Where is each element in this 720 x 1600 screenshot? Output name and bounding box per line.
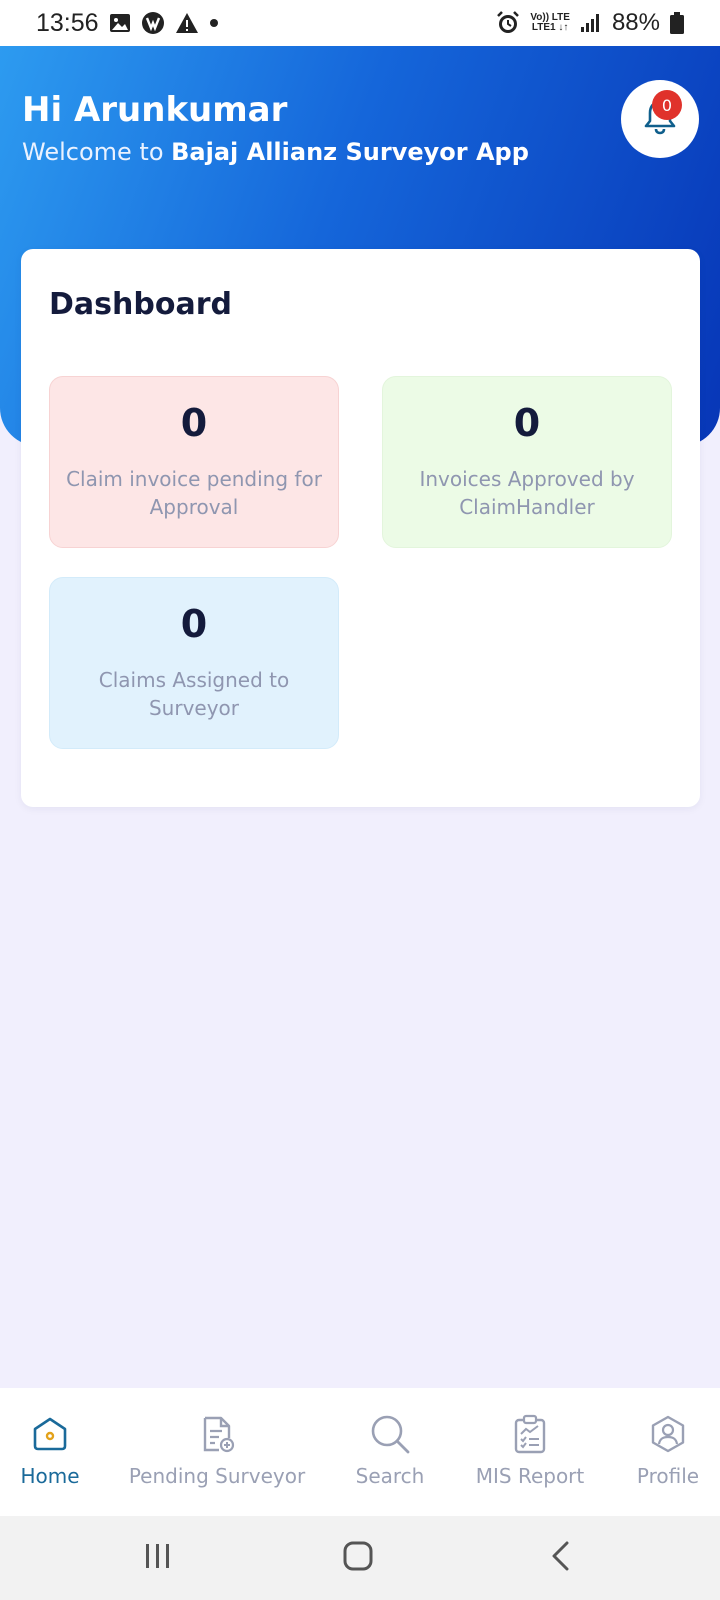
document-add-icon: [195, 1412, 239, 1456]
welcome-text: Welcome to Bajaj Allianz Surveyor App: [22, 138, 529, 166]
nav-label: Home: [20, 1464, 80, 1488]
nav-label: MIS Report: [475, 1464, 585, 1488]
signal-icon: [580, 13, 602, 33]
recent-apps-icon: [143, 1542, 173, 1574]
vpn-app-icon: [141, 11, 165, 35]
stat-value: 0: [513, 401, 541, 445]
gallery-icon: [109, 13, 131, 33]
bottom-navigation: Home Pending Surveyor Search MIS Report …: [0, 1388, 720, 1516]
search-icon: [368, 1412, 412, 1456]
battery-icon: [670, 12, 684, 34]
clipboard-report-icon: [508, 1412, 552, 1456]
stat-card-approved-invoices[interactable]: 0 Invoices Approved by ClaimHandler: [382, 376, 672, 548]
nav-item-mis-report[interactable]: MIS Report: [470, 1388, 590, 1516]
dot-icon: [209, 18, 219, 28]
status-bar: 13:56 Vo)) LTE LTE1 ↓↑ 88%: [0, 0, 720, 46]
back-chevron-icon: [549, 1541, 571, 1575]
warning-icon: [175, 12, 199, 34]
notification-badge: 0: [652, 90, 682, 120]
dashboard-title: Dashboard: [49, 287, 232, 322]
nav-label: Pending Surveyor: [128, 1464, 306, 1488]
welcome-prefix: Welcome to: [22, 138, 172, 166]
nav-label: Search: [355, 1464, 425, 1488]
alarm-icon: [496, 11, 520, 35]
nav-item-search[interactable]: Search: [346, 1388, 434, 1516]
back-button[interactable]: [520, 1516, 600, 1600]
nav-item-home[interactable]: Home: [14, 1388, 86, 1516]
stat-card-pending-invoices[interactable]: 0 Claim invoice pending for Approval: [49, 376, 339, 548]
home-icon: [28, 1412, 72, 1456]
stat-card-claims-assigned[interactable]: 0 Claims Assigned to Surveyor: [49, 577, 339, 749]
network-bottom-label: LTE1 ↓↑: [531, 22, 569, 33]
app-name: Bajaj Allianz Surveyor App: [171, 138, 529, 166]
nav-label: Profile: [636, 1464, 700, 1488]
dashboard-card: Dashboard 0 Claim invoice pending for Ap…: [21, 249, 700, 807]
stat-label: Invoices Approved by ClaimHandler: [419, 467, 635, 519]
battery-percent: 88%: [611, 9, 660, 36]
status-time: 13:56: [36, 8, 99, 37]
stat-label: Claim invoice pending for Approval: [66, 467, 322, 519]
stat-label: Claims Assigned to Surveyor: [98, 668, 290, 720]
network-indicator: Vo)) LTE LTE1 ↓↑: [530, 13, 570, 33]
profile-icon: [646, 1412, 690, 1456]
nav-item-pending-surveyor[interactable]: Pending Surveyor: [126, 1388, 308, 1516]
greeting-text: Hi Arunkumar: [22, 90, 288, 130]
system-navigation-bar: [0, 1516, 720, 1600]
stat-value: 0: [180, 602, 208, 646]
home-system-button[interactable]: [318, 1516, 398, 1600]
recent-apps-button[interactable]: [118, 1516, 198, 1600]
nav-item-profile[interactable]: Profile: [628, 1388, 708, 1516]
stat-value: 0: [180, 401, 208, 445]
home-square-icon: [343, 1541, 373, 1575]
